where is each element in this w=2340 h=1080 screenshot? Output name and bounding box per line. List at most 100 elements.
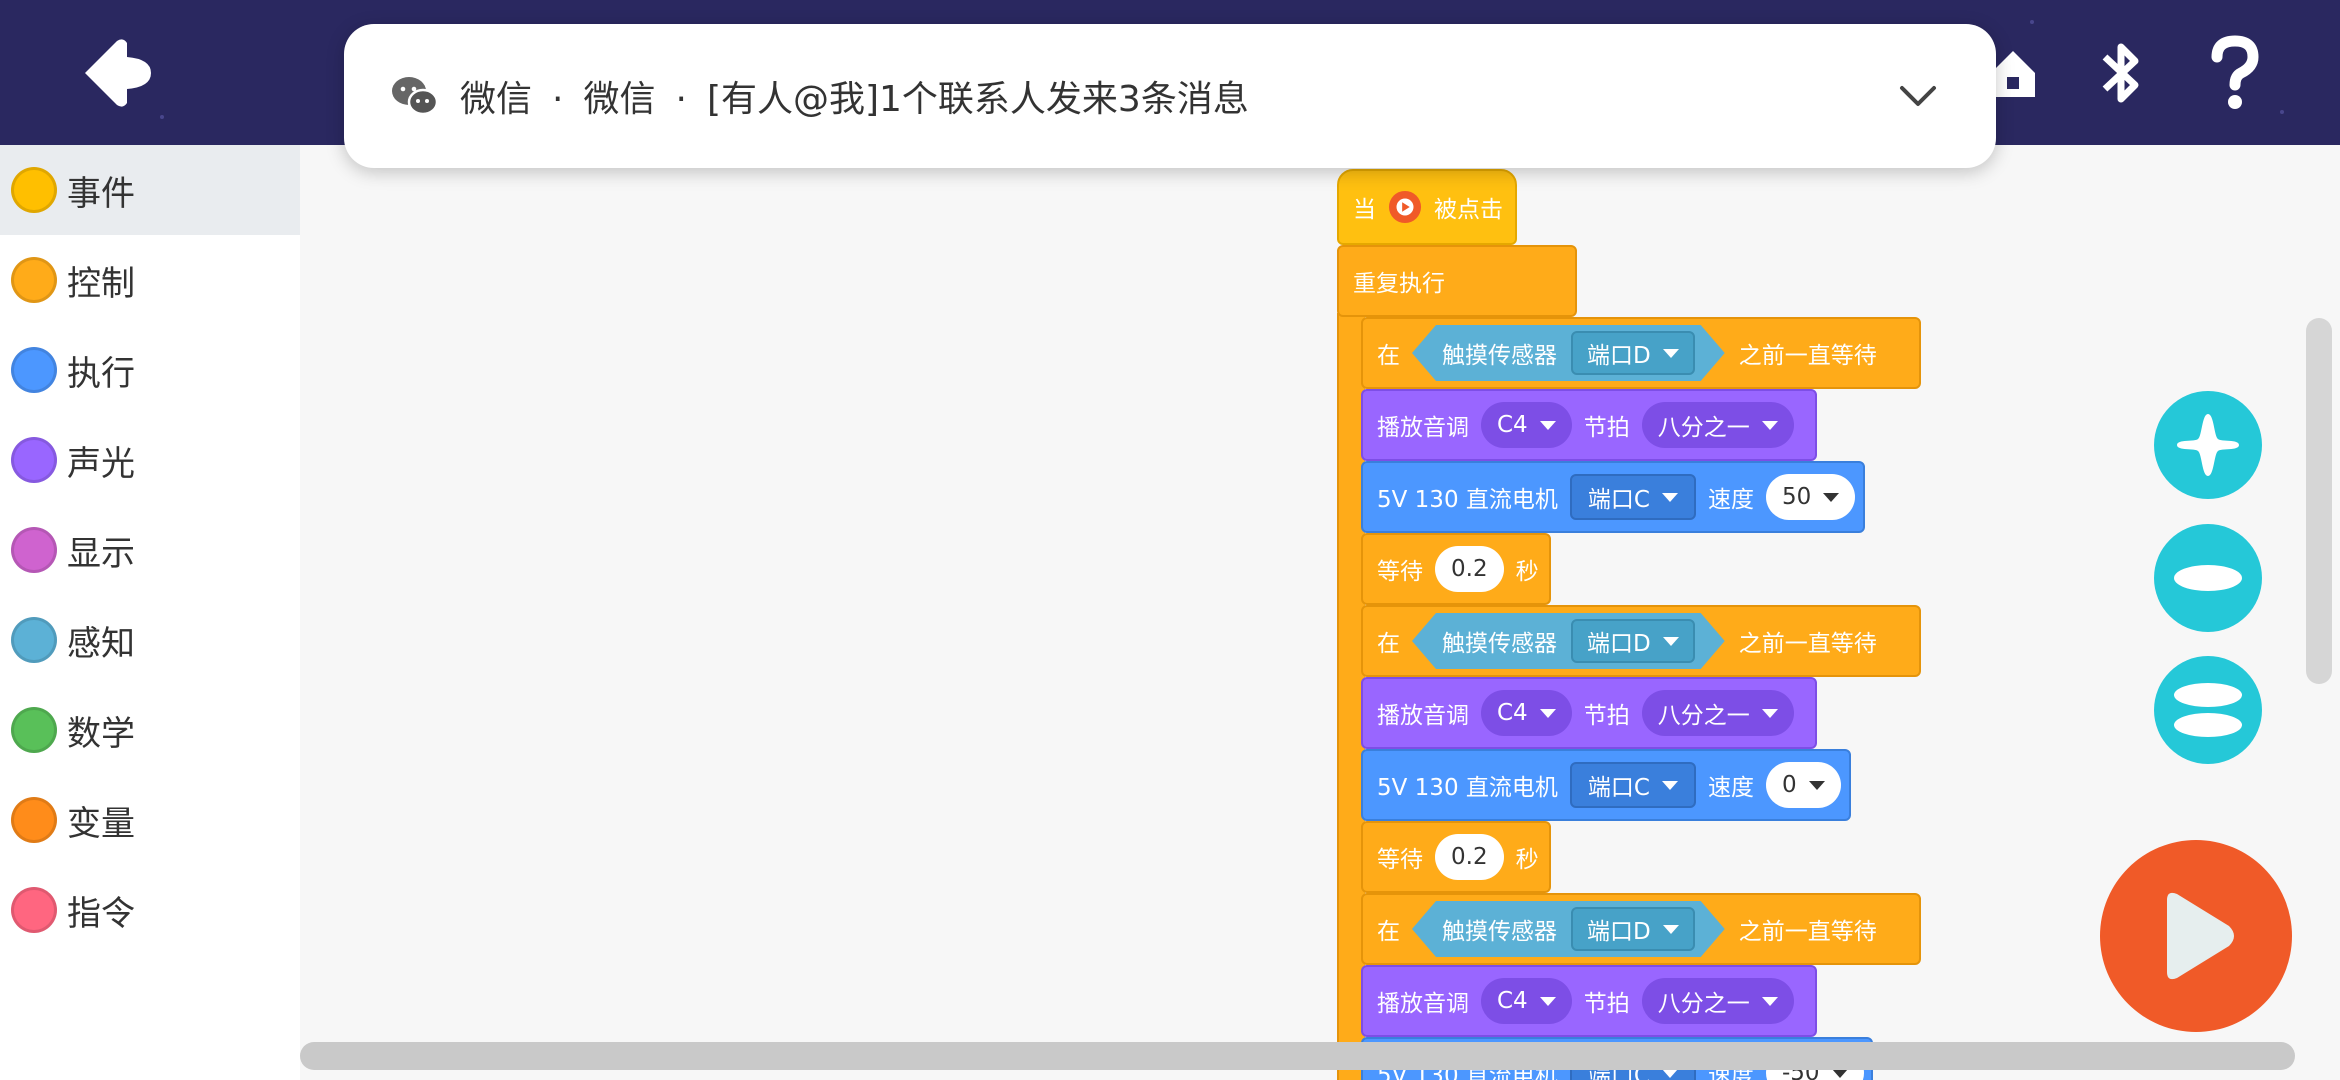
block-text: 触摸传感器 <box>1442 343 1557 369</box>
block-text: 节拍 <box>1583 415 1630 441</box>
dropdown-value: C4 <box>1497 412 1528 438</box>
caret-icon <box>1661 780 1678 790</box>
wait-seconds-block[interactable]: 等待 0.2 秒 <box>1361 533 1551 605</box>
notification-text: 微信 · 微信 · [有人@我]1个联系人发来3条消息 <box>460 70 1249 122</box>
horizontal-scrollbar[interactable] <box>300 1042 2295 1070</box>
category-color-icon <box>11 887 57 933</box>
block-text: 节拍 <box>1583 703 1630 729</box>
port-dropdown[interactable]: 端口C <box>1569 474 1696 520</box>
plus-icon <box>2177 414 2239 476</box>
category-variables[interactable]: 变量 <box>0 775 300 865</box>
block-text: 播放音调 <box>1377 991 1469 1017</box>
port-dropdown[interactable]: 端口D <box>1571 619 1695 663</box>
caret-icon <box>1808 780 1825 790</box>
vertical-scrollbar[interactable] <box>2306 318 2332 684</box>
port-dropdown[interactable]: 端口D <box>1571 907 1695 951</box>
category-sound-light[interactable]: 声光 <box>0 415 300 505</box>
question-icon <box>2211 35 2259 109</box>
speed-dropdown[interactable]: 0 <box>1765 762 1841 808</box>
caret-icon <box>1661 492 1678 502</box>
category-label: 事件 <box>67 173 135 214</box>
touch-sensor-reporter[interactable]: 触摸传感器 端口D <box>1412 613 1725 669</box>
category-label: 指令 <box>67 893 135 934</box>
category-math[interactable]: 数学 <box>0 685 300 775</box>
zoom-in-button[interactable] <box>2154 391 2262 499</box>
run-button[interactable] <box>2100 840 2292 1032</box>
code-workspace[interactable]: 当 被点击 重复执行 在 触摸传感器 端口D 之前一直等待 播放音调 C4 节拍… <box>300 145 2340 1080</box>
play-tone-block[interactable]: 播放音调 C4 节拍 八分之一 <box>1361 965 1817 1037</box>
category-color-icon <box>11 617 57 663</box>
bluetooth-button[interactable] <box>2076 28 2166 118</box>
category-color-icon <box>11 167 57 213</box>
back-button[interactable] <box>72 28 162 118</box>
category-display[interactable]: 显示 <box>0 505 300 595</box>
caret-icon <box>1539 996 1556 1006</box>
wait-until-block[interactable]: 在 触摸传感器 端口D 之前一直等待 <box>1361 605 1921 677</box>
note-dropdown[interactable]: C4 <box>1481 978 1572 1024</box>
chevron-down-icon[interactable] <box>1894 72 1942 120</box>
zoom-reset-button[interactable] <box>2154 656 2262 764</box>
block-text: 触摸传感器 <box>1442 919 1557 945</box>
block-text: 秒 <box>1515 847 1539 873</box>
wait-seconds-block[interactable]: 等待 0.2 秒 <box>1361 821 1551 893</box>
dropdown-value: 八分之一 <box>1657 991 1750 1017</box>
beat-dropdown[interactable]: 八分之一 <box>1641 978 1794 1024</box>
forever-block[interactable]: 重复执行 <box>1337 245 1577 317</box>
touch-sensor-reporter[interactable]: 触摸传感器 端口D <box>1412 901 1725 957</box>
category-events[interactable]: 事件 <box>0 145 300 235</box>
dc-motor-block[interactable]: 5V 130 直流电机 端口C 速度 0 <box>1361 749 1851 821</box>
block-text: 秒 <box>1515 559 1539 585</box>
back-arrow-icon <box>85 39 151 107</box>
category-color-icon <box>11 347 57 393</box>
caret-icon <box>1761 420 1778 430</box>
category-commands[interactable]: 指令 <box>0 865 300 955</box>
port-dropdown[interactable]: 端口D <box>1571 331 1695 375</box>
start-flag-icon <box>1388 190 1422 224</box>
beat-dropdown[interactable]: 八分之一 <box>1641 402 1794 448</box>
caret-icon <box>1663 925 1679 934</box>
category-color-icon <box>11 707 57 753</box>
dropdown-value: 八分之一 <box>1657 415 1750 441</box>
caret-icon <box>1761 708 1778 718</box>
note-dropdown[interactable]: C4 <box>1481 402 1572 448</box>
category-color-icon <box>11 527 57 573</box>
notification-message: [有人@我]1个联系人发来3条消息 <box>706 79 1249 120</box>
category-color-icon <box>11 797 57 843</box>
category-label: 声光 <box>67 443 135 484</box>
input-value: 0.2 <box>1451 844 1488 870</box>
dc-motor-block[interactable]: 5V 130 直流电机 端口C 速度 50 <box>1361 461 1865 533</box>
category-actions[interactable]: 执行 <box>0 325 300 415</box>
block-text: 在 <box>1377 919 1400 945</box>
when-clicked-hat-block[interactable]: 当 被点击 <box>1337 169 1517 245</box>
category-label: 变量 <box>67 803 135 844</box>
wait-until-block[interactable]: 在 触摸传感器 端口D 之前一直等待 <box>1361 317 1921 389</box>
seconds-input[interactable]: 0.2 <box>1435 546 1504 592</box>
note-dropdown[interactable]: C4 <box>1481 690 1572 736</box>
wechat-notification[interactable]: 微信 · 微信 · [有人@我]1个联系人发来3条消息 <box>344 24 1996 168</box>
speed-dropdown[interactable]: 50 <box>1765 474 1856 520</box>
help-button[interactable] <box>2190 28 2280 118</box>
play-tone-block[interactable]: 播放音调 C4 节拍 八分之一 <box>1361 389 1817 461</box>
dropdown-value: 端口C <box>1587 775 1650 801</box>
play-icon <box>2167 892 2234 980</box>
category-label: 数学 <box>67 713 135 754</box>
dropdown-value: 端口D <box>1587 631 1651 657</box>
zoom-out-button[interactable] <box>2154 524 2262 632</box>
notification-separator: · <box>675 79 687 120</box>
block-text: 之前一直等待 <box>1738 631 1877 657</box>
category-control[interactable]: 控制 <box>0 235 300 325</box>
category-color-icon <box>11 257 57 303</box>
wait-until-block[interactable]: 在 触摸传感器 端口D 之前一直等待 <box>1361 893 1921 965</box>
category-sensing[interactable]: 感知 <box>0 595 300 685</box>
notification-separator: · <box>552 79 564 120</box>
block-text: 当 <box>1353 197 1376 223</box>
equals-icon <box>2174 683 2242 737</box>
block-text: 速度 <box>1707 487 1754 513</box>
beat-dropdown[interactable]: 八分之一 <box>1641 690 1794 736</box>
play-tone-block[interactable]: 播放音调 C4 节拍 八分之一 <box>1361 677 1817 749</box>
seconds-input[interactable]: 0.2 <box>1435 834 1504 880</box>
dropdown-value: 端口D <box>1587 919 1651 945</box>
port-dropdown[interactable]: 端口C <box>1569 762 1696 808</box>
touch-sensor-reporter[interactable]: 触摸传感器 端口D <box>1412 325 1725 381</box>
block-text: 之前一直等待 <box>1738 919 1877 945</box>
